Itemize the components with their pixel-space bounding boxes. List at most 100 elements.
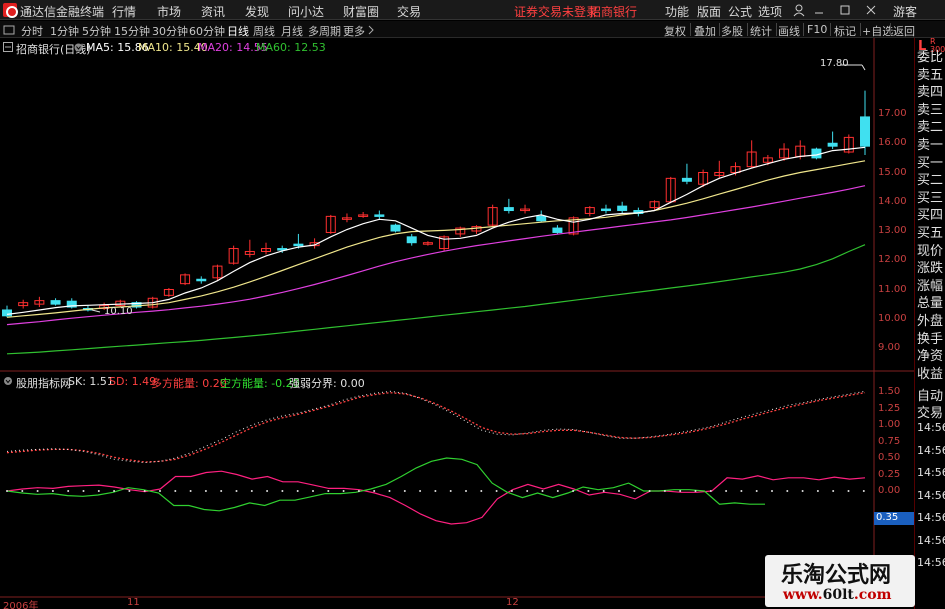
indicator-tick: 0.75: [878, 435, 901, 447]
price-tick: 12.00: [878, 254, 907, 266]
period-weekly[interactable]: 周线: [253, 23, 275, 39]
menu-wenxiaoda[interactable]: 问小达: [288, 3, 324, 20]
zero-line-dot: [832, 490, 835, 492]
zero-line-dot: [663, 490, 666, 492]
period-fenshi[interactable]: 分时: [21, 23, 43, 39]
app-name: 通达信金融终端: [20, 5, 105, 19]
indicator-lines: [6, 390, 866, 525]
zero-line-dot: [21, 490, 24, 492]
btn-fuquan[interactable]: 复权: [664, 23, 686, 39]
toolbar-separator: [830, 23, 831, 36]
btn-tongji[interactable]: 统计: [750, 23, 772, 39]
candle-down: [811, 148, 822, 159]
price-chart[interactable]: [0, 38, 914, 598]
minimize-icon[interactable]: [812, 3, 826, 17]
price-tick: 9.00: [878, 342, 901, 353]
zero-line-dot: [403, 490, 406, 492]
zero-line-dot: [541, 490, 544, 492]
zero-line-dot: [82, 490, 85, 492]
toolbar-separator: [690, 23, 691, 36]
candle-down: [390, 224, 401, 232]
btn-biaoji[interactable]: 标记: [834, 23, 856, 39]
quote-field-7: 买二: [917, 173, 944, 189]
chart-settings-icon[interactable]: [3, 42, 13, 52]
price-tick: 15.00: [878, 166, 907, 178]
toolbar-separator: [747, 23, 748, 36]
btn-huaxian[interactable]: 画线: [778, 23, 800, 39]
candle-down: [552, 227, 563, 233]
quote-panel: 委比 卖五 卖四 卖三 卖二 卖一 买一 买二 买三 买四 买五 现价 涨跌 涨幅 总量 外盘 换手 净资 收益 自动…: [914, 38, 945, 609]
tick-time: 14:56: [917, 533, 945, 547]
zero-line-dot: [755, 490, 758, 492]
quote-field-5: 卖一: [917, 138, 944, 153]
period-1min[interactable]: 1分钟: [50, 23, 79, 39]
price-tick: 11.00: [878, 283, 907, 295]
menu-caifuquan[interactable]: 财富圈: [343, 3, 379, 20]
maximize-icon[interactable]: [838, 3, 852, 17]
toolbar-menu-icon[interactable]: [3, 24, 15, 36]
period-30min[interactable]: 30分钟: [152, 23, 188, 39]
period-more[interactable]: 更多: [343, 23, 365, 39]
btn-duogu[interactable]: 多股: [721, 23, 743, 39]
zero-line-dot: [633, 490, 636, 492]
candle-down: [406, 236, 417, 244]
tick-time: 14:56: [917, 488, 945, 502]
zero-line-dot: [602, 490, 605, 492]
zero-line-dot: [862, 490, 865, 492]
user-icon[interactable]: [792, 3, 806, 17]
indicator-sk: SK: 1.51: [68, 375, 114, 388]
period-15min[interactable]: 15分钟: [114, 23, 150, 39]
chevron-right-icon[interactable]: [367, 25, 375, 35]
quote-field-10: 买五: [917, 226, 944, 241]
moving-average-lines: [6, 146, 866, 355]
period-60min[interactable]: 60分钟: [189, 23, 225, 39]
dropdown-circle-icon[interactable]: [74, 43, 83, 52]
price-tick: 16.00: [878, 137, 907, 149]
menu-gongneng[interactable]: 功能: [665, 3, 689, 20]
menu-jiaoyi[interactable]: 交易: [397, 3, 421, 20]
trade-login-notice[interactable]: 证券交易未登录: [514, 3, 598, 20]
period-daily[interactable]: 日线: [227, 23, 249, 39]
menu-banmian[interactable]: 版面: [697, 3, 721, 20]
btn-back[interactable]: 返回: [893, 23, 915, 39]
zero-line-dot: [388, 490, 391, 492]
menu-hangqing[interactable]: 行情: [112, 3, 136, 20]
zero-line-dot: [786, 490, 789, 492]
zero-line-dot: [556, 490, 559, 492]
guest-label[interactable]: 游客: [893, 3, 917, 20]
quote-field-12: 涨跌: [917, 261, 944, 277]
watermark-url: www.60lt.com: [783, 587, 892, 603]
quote-field-2: 卖四: [917, 85, 944, 101]
menu-faxian[interactable]: 发现: [245, 3, 269, 20]
close-icon[interactable]: [864, 3, 878, 17]
high-price-label: 17.80: [820, 58, 849, 69]
candle-down: [196, 278, 207, 282]
period-multi[interactable]: 多周期: [308, 23, 341, 39]
indicator-tick: 1.25: [878, 402, 901, 414]
candlesticks: [2, 64, 870, 318]
zero-line-dot: [266, 490, 269, 492]
quote-field-15: 外盘: [917, 314, 944, 329]
indicator-name[interactable]: 股朋指标网: [16, 375, 71, 391]
zero-line-dot: [357, 490, 360, 492]
menu-shichang[interactable]: 市场: [157, 3, 181, 20]
bull-energy-line: [6, 470, 866, 525]
btn-f10[interactable]: F10: [807, 23, 827, 36]
zero-line-dot: [847, 490, 850, 492]
menu-gongshi[interactable]: 公式: [728, 3, 752, 20]
btn-add-watchlist[interactable]: +自选: [862, 23, 893, 39]
title-stock-name[interactable]: 招商银行: [589, 3, 637, 20]
quote-field-17: 净资: [917, 349, 944, 365]
btn-diejia[interactable]: 叠加: [694, 23, 716, 39]
period-5min[interactable]: 5分钟: [82, 23, 111, 39]
zero-line-dot: [709, 490, 712, 492]
indicator-divider: 强弱分界: 0.00: [289, 377, 365, 390]
zero-line-dot: [449, 490, 452, 492]
zero-line-dot: [128, 490, 131, 492]
zero-line-dot: [618, 490, 620, 492]
period-monthly[interactable]: 月线: [281, 23, 303, 39]
menu-xuanxiang[interactable]: 选项: [758, 3, 782, 20]
menu-zixun[interactable]: 资讯: [201, 3, 225, 20]
zero-line-dot: [816, 490, 819, 492]
indicator-settings-icon[interactable]: [3, 376, 13, 386]
